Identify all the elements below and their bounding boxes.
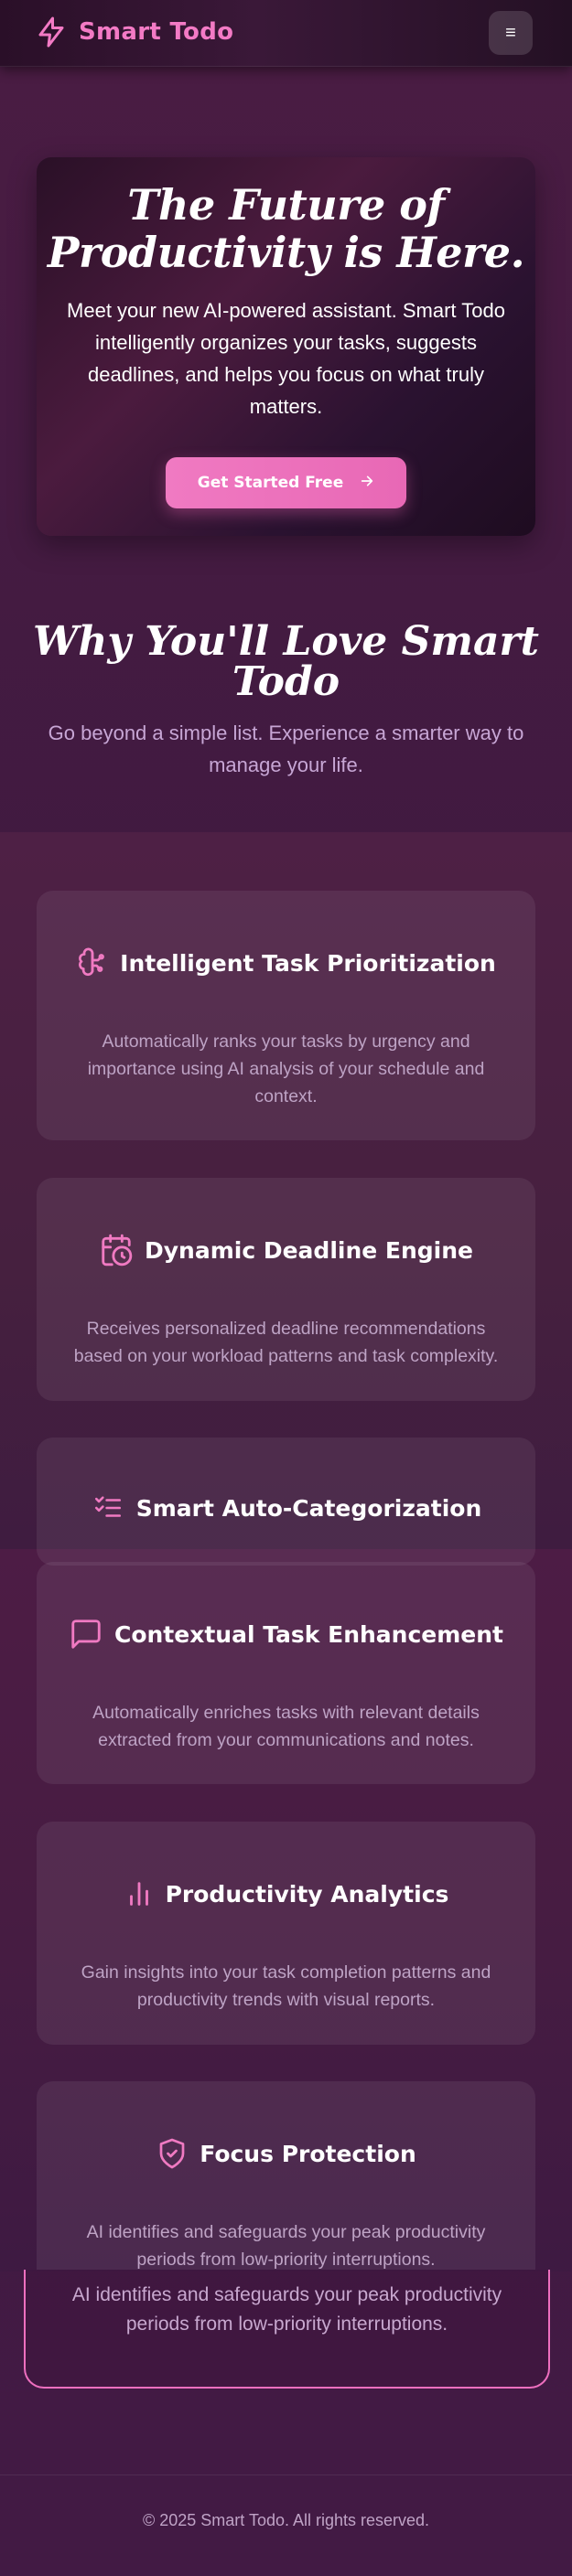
feature-title: Intelligent Task Prioritization — [120, 949, 496, 977]
feature-description: Automatically ranks your tasks by urgenc… — [87, 1031, 485, 1106]
calendar-clock-icon — [99, 1233, 134, 1267]
hero-card: The Future of Productivity is Here. Meet… — [37, 157, 535, 536]
menu-button[interactable]: ≡ — [489, 11, 533, 55]
feature-card-prioritization: Intelligent Task Prioritization Automati… — [37, 891, 535, 1140]
feature-card-categorization: Smart Auto-Categorization — [37, 1438, 535, 1566]
get-started-label: Get Started Free — [197, 474, 344, 492]
why-subtitle: Go beyond a simple list. Experience a sm… — [48, 721, 524, 776]
get-started-button[interactable]: Get Started Free — [166, 457, 406, 508]
feature-title: Dynamic Deadline Engine — [144, 1236, 474, 1264]
feature-card-focus: Focus Protection AI identifies and safeg… — [37, 2081, 535, 2270]
feature-title: Productivity Analytics — [165, 1880, 449, 1908]
feature-title: Contextual Task Enhancement — [113, 1620, 504, 1648]
feature-title: Smart Auto-Categorization — [135, 1494, 482, 1522]
footer-copyright: © 2025 Smart Todo. All rights reserved. — [142, 2511, 430, 2529]
navbar: Smart Todo ≡ — [0, 0, 572, 67]
hero-title-line-2: Productivity is Here. — [47, 228, 525, 277]
feature-title: Focus Protection — [200, 2140, 416, 2167]
footer-divider — [0, 2474, 572, 2475]
feature-description: Receives personalized deadline recommend… — [73, 1319, 499, 1366]
hero-title: The Future of Productivity is Here. — [37, 181, 535, 276]
bar-chart-icon — [124, 1876, 155, 1911]
bolt-icon — [35, 14, 68, 50]
feature-description: AI identifies and safeguards your peak p… — [86, 2222, 486, 2270]
feature-description: Automatically enriches tasks with releva… — [92, 1703, 480, 1750]
list-check-icon — [91, 1492, 125, 1523]
brand-logo[interactable]: Smart Todo — [35, 14, 233, 50]
feature-card-deadline: Dynamic Deadline Engine Receives persona… — [37, 1178, 535, 1401]
why-title-line-2: Todo — [232, 658, 340, 705]
hero-description: Meet your new AI-powered assistant. Smar… — [67, 299, 505, 418]
shield-check-icon — [156, 2136, 189, 2171]
focus-highlight-description: AI identifies and safeguards your peak p… — [71, 2284, 502, 2335]
brain-icon — [76, 946, 109, 980]
brand-name: Smart Todo — [79, 18, 234, 46]
menu-icon: ≡ — [505, 22, 516, 43]
feature-card-analytics: Productivity Analytics Gain insights int… — [37, 1822, 535, 2045]
feature-card-enhancement: Contextual Task Enhancement Automaticall… — [37, 1562, 535, 1784]
why-title: Why You'll Love Smart Todo — [18, 622, 554, 702]
message-icon — [69, 1617, 103, 1651]
arrow-right-icon — [360, 474, 374, 493]
feature-description: Gain insights into your task completion … — [81, 1962, 491, 2010]
focus-highlight-card[interactable]: AI identifies and safeguards your peak p… — [24, 2270, 550, 2389]
hero-title-line-1: The Future of — [127, 180, 445, 230]
